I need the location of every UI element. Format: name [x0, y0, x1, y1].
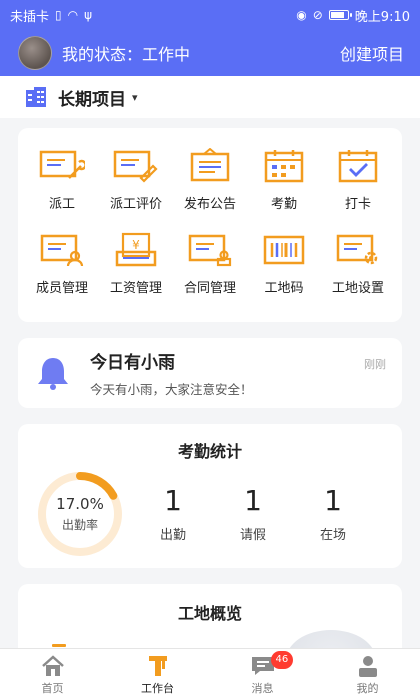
site-settings-icon	[336, 234, 378, 265]
announcement-button[interactable]: 发布公告	[174, 148, 246, 212]
tab-label: 首页	[41, 682, 64, 695]
tab-label: 我的	[356, 682, 379, 695]
checkin-button[interactable]: 打卡	[322, 148, 394, 212]
top-header: 我的状态：工作中 创建项目	[0, 30, 420, 76]
stat-label: 请假	[239, 528, 266, 543]
site-settings-button[interactable]: 工地设置	[322, 232, 394, 296]
bottom-tab-bar: 首页 工作台 消息 46 我的	[0, 648, 420, 700]
attendance-rate-ring	[38, 472, 122, 556]
dispatch-review-button[interactable]: 派工评价	[100, 148, 172, 212]
home-icon	[41, 655, 64, 676]
attendance-rate-value: 17.0%	[56, 495, 104, 513]
notice-card[interactable]: 今日有小雨 今天有小雨，大家注意安全！ 刚刚	[18, 338, 402, 408]
tab-home[interactable]: 首页	[0, 649, 105, 700]
attendance-rate-label: 出勤率	[61, 518, 98, 532]
stat-onsite[interactable]: 1 在场	[303, 484, 363, 543]
salary-management-button[interactable]: ¥ 工资管理	[100, 232, 172, 296]
usb-icon: ψ	[84, 8, 93, 22]
dispatch-button[interactable]: 派工	[26, 148, 98, 212]
tab-label: 消息	[251, 682, 274, 695]
member-management-button[interactable]: 成员管理	[26, 232, 98, 296]
building-icon	[26, 87, 46, 107]
stat-value: 1	[244, 484, 262, 517]
stat-value: 1	[164, 484, 182, 517]
bell-icon	[38, 358, 68, 390]
checkin-icon	[338, 150, 378, 183]
member-management-icon	[40, 234, 84, 267]
contract-management-button[interactable]: 合同管理	[174, 232, 246, 296]
attendance-stats-card: 考勤统计 17.0% 出勤率 1 出勤 1 请假 1 在场	[18, 424, 402, 568]
chevron-down-icon: ▾	[132, 90, 138, 104]
site-code-button[interactable]: 工地码	[248, 232, 320, 296]
barcode-icon	[263, 235, 305, 265]
stat-label: 出勤	[159, 528, 186, 543]
function-grid-card: 派工 派工评价 发布公告 考勤 打卡 成员管理 ¥ 工资管理 合同管理 工地码 …	[18, 128, 402, 322]
grid-label: 工地设置	[331, 281, 384, 296]
tab-label: 工作台	[141, 682, 174, 695]
calendar-icon	[264, 150, 304, 183]
project-name: 长期项目	[58, 89, 126, 110]
sim-icon: ▯	[55, 8, 62, 22]
contract-icon	[188, 234, 232, 267]
site-overview-title: 工地概览	[177, 604, 242, 623]
workbench-icon	[148, 656, 167, 676]
grid-label: 考勤	[270, 197, 297, 212]
status-bar: 未插卡 ▯ ◠ ψ ◉ ⊘ 晚上9:10	[0, 0, 420, 30]
create-project-button[interactable]: 创建项目	[340, 41, 404, 65]
grid-label: 成员管理	[35, 281, 88, 296]
site-marker	[52, 644, 66, 647]
grid-label: 打卡	[344, 197, 371, 212]
stat-present[interactable]: 1 出勤	[143, 484, 203, 543]
location-icon: ◉	[296, 8, 307, 22]
stat-leave[interactable]: 1 请假	[223, 484, 283, 543]
project-selector[interactable]: 长期项目 ▾	[0, 76, 420, 118]
clock: 晚上9:10	[354, 9, 410, 25]
message-count-badge: 46	[270, 651, 293, 669]
grid-label: 合同管理	[183, 281, 236, 296]
tab-messages[interactable]: 消息 46	[210, 649, 315, 700]
notice-title: 今日有小雨	[90, 353, 175, 373]
notice-body: 今天有小雨，大家注意安全！	[90, 382, 253, 397]
mute-icon: ⊘	[312, 8, 323, 22]
grid-label: 工资管理	[109, 281, 162, 296]
dispatch-icon	[39, 150, 85, 179]
svg-text:¥: ¥	[132, 238, 140, 252]
salary-icon: ¥	[115, 232, 157, 267]
avatar[interactable]	[18, 36, 52, 70]
wifi-icon: ◠	[67, 8, 79, 22]
grid-label: 发布公告	[183, 197, 236, 212]
announcement-icon	[190, 148, 230, 182]
carrier-label: 未插卡	[10, 9, 50, 25]
stat-value: 1	[324, 484, 342, 517]
battery-icon	[328, 10, 352, 20]
notice-time: 刚刚	[364, 358, 386, 371]
profile-icon	[358, 656, 377, 677]
grid-label: 工地码	[264, 281, 304, 296]
tab-profile[interactable]: 我的	[315, 649, 420, 700]
grid-label: 派工评价	[109, 197, 162, 212]
tab-workbench[interactable]: 工作台	[105, 649, 210, 700]
attendance-button[interactable]: 考勤	[248, 148, 320, 212]
stat-label: 在场	[319, 528, 346, 543]
grid-label: 派工	[48, 197, 75, 212]
work-status-label: 我的状态：工作中	[62, 45, 191, 64]
attendance-title: 考勤统计	[177, 442, 242, 461]
dispatch-review-icon	[113, 150, 158, 183]
